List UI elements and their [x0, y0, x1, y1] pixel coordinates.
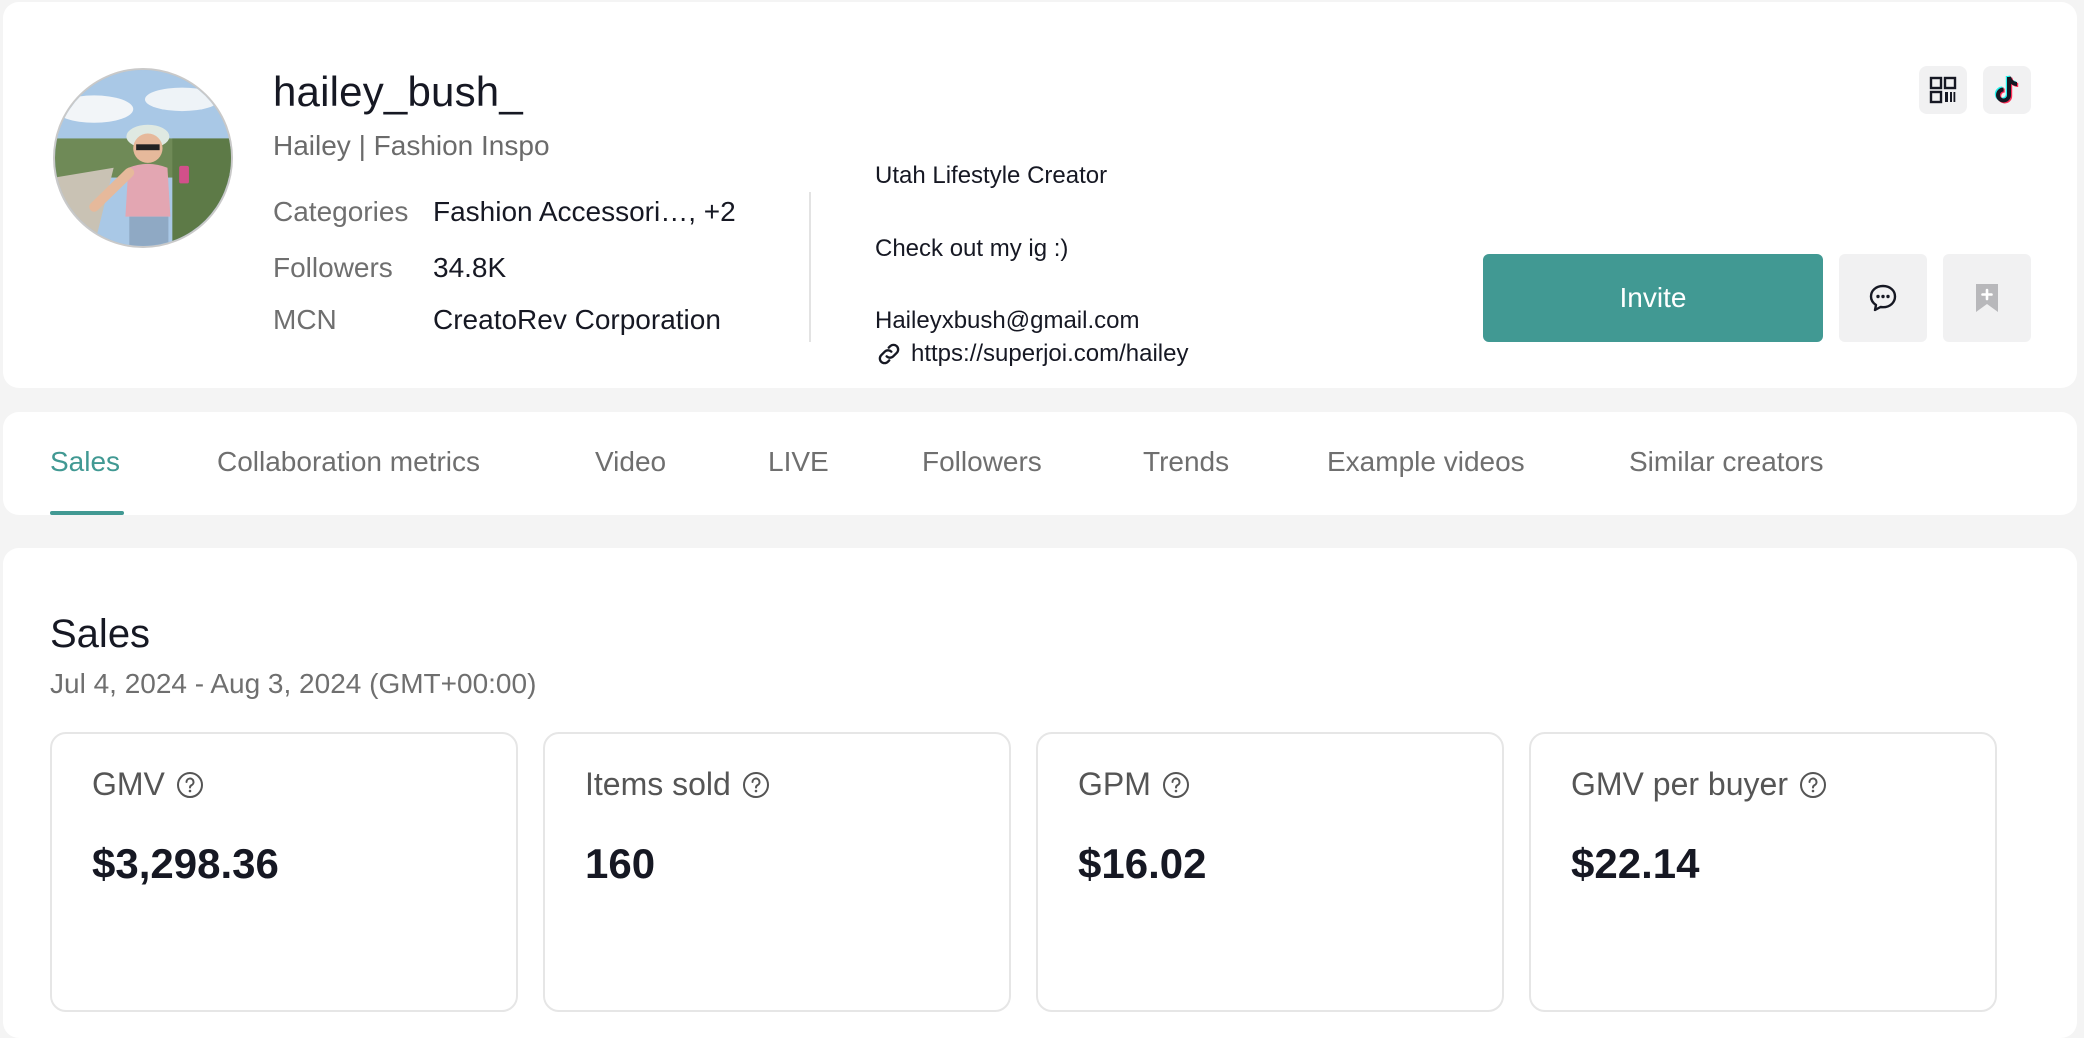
tab-trends[interactable]: Trends — [1143, 446, 1229, 478]
bio-email: Haileyxbush@gmail.com — [875, 307, 1140, 334]
metric-value: $3,298.36 — [92, 840, 279, 887]
nickname: Hailey | Fashion Inspo — [273, 130, 550, 161]
tab-live[interactable]: LIVE — [768, 446, 829, 478]
avatar[interactable] — [53, 68, 233, 248]
message-icon — [1869, 284, 1897, 312]
bio-line: Check out my ig :) — [875, 235, 1069, 262]
followers-label: Followers — [273, 252, 393, 283]
metric-label: Items sold — [585, 766, 771, 803]
metric-value: 160 — [585, 840, 656, 887]
metric-label-text: GMV — [92, 766, 165, 802]
tiktok-button[interactable] — [1983, 66, 2031, 114]
metric-label: GPM — [1078, 766, 1191, 803]
metric-value: $22.14 — [1571, 840, 1700, 887]
metric-card-gmv-per-buyer: GMV per buyer $22.14 — [1529, 732, 1997, 1012]
tab-sales[interactable]: Sales — [50, 446, 120, 478]
tab-collaboration-metrics[interactable]: Collaboration metrics — [217, 446, 480, 478]
tiktok-icon — [1994, 75, 2019, 104]
creator-profile-card: hailey_bush_ Hailey | Fashion Inspo Cate… — [3, 2, 2077, 388]
tab-similar-creators[interactable]: Similar creators — [1629, 446, 1823, 478]
date-range: Jul 4, 2024 - Aug 3, 2024 (GMT+00:00) — [50, 668, 537, 699]
metric-card-gmv: GMV $3,298.36 — [50, 732, 518, 1012]
tab-video[interactable]: Video — [595, 446, 666, 478]
metric-label-text: GPM — [1078, 766, 1151, 802]
bookmark-add-icon — [1976, 284, 1998, 312]
message-button[interactable] — [1839, 254, 1927, 342]
active-tab-indicator — [50, 511, 124, 515]
help-icon[interactable] — [175, 770, 205, 800]
metric-label: GMV — [92, 766, 205, 803]
section-title: Sales — [50, 612, 151, 656]
sales-section: Sales Jul 4, 2024 - Aug 3, 2024 (GMT+00:… — [3, 548, 2077, 1038]
save-creator-button[interactable] — [1943, 254, 2031, 342]
categories-label: Categories — [273, 196, 409, 227]
categories-value[interactable]: Fashion Accessori…, +2 — [433, 196, 736, 228]
link-icon — [878, 343, 900, 365]
qr-code-button[interactable] — [1919, 66, 1967, 114]
bio-line: Utah Lifestyle Creator — [875, 162, 1108, 189]
metric-value: $16.02 — [1078, 840, 1207, 887]
metric-card-items-sold: Items sold 160 — [543, 732, 1011, 1012]
metric-card-gpm: GPM $16.02 — [1036, 732, 1504, 1012]
tab-followers[interactable]: Followers — [922, 446, 1042, 478]
tab-bar: Sales Collaboration metrics Video LIVE F… — [3, 412, 2077, 515]
help-icon[interactable] — [741, 770, 771, 800]
profile-link[interactable]: https://superjoi.com/hailey — [875, 340, 1188, 368]
help-icon[interactable] — [1798, 770, 1828, 800]
mcn-value: CreatoRev Corporation — [433, 304, 721, 335]
metric-label: GMV per buyer — [1571, 766, 1828, 803]
tab-example-videos[interactable]: Example videos — [1327, 446, 1525, 478]
qr-code-icon — [1929, 76, 1957, 104]
metric-label-text: Items sold — [585, 766, 731, 802]
divider — [809, 192, 811, 342]
metric-label-text: GMV per buyer — [1571, 766, 1788, 802]
followers-value: 34.8K — [433, 252, 507, 283]
invite-button[interactable]: Invite — [1483, 254, 1823, 342]
mcn-label: MCN — [273, 304, 337, 335]
avatar-image — [55, 70, 231, 246]
help-icon[interactable] — [1161, 770, 1191, 800]
profile-link-text[interactable]: https://superjoi.com/hailey — [911, 340, 1188, 368]
username: hailey_bush_ — [273, 68, 523, 115]
